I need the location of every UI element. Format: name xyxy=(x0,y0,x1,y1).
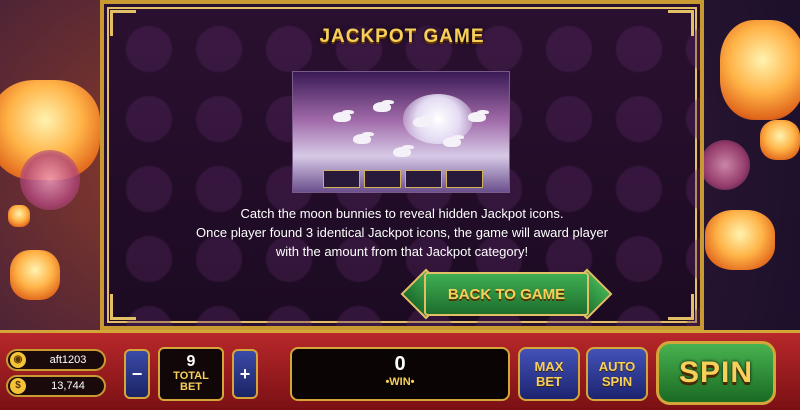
auto-spin-label: AUTO xyxy=(598,359,636,374)
bunny-graphic xyxy=(468,112,486,122)
control-bar: ◉ aft1203 $ 13,744 − 9 TOTAL BET + 0 •WI… xyxy=(0,330,800,410)
blossom-decoration xyxy=(700,140,750,190)
win-value: 0 xyxy=(394,353,406,375)
win-label: •WIN• xyxy=(385,376,415,388)
minus-icon: − xyxy=(131,363,143,384)
username-display: ◉ aft1203 xyxy=(6,349,106,371)
user-icon: ◉ xyxy=(10,352,26,368)
lantern-decoration xyxy=(8,205,30,227)
increase-bet-button[interactable]: + xyxy=(232,349,258,399)
description-line: with the amount from that Jackpot catego… xyxy=(275,244,529,259)
max-bet-button[interactable]: MAX BET xyxy=(518,347,580,401)
description-line: Catch the moon bunnies to reveal hidden … xyxy=(240,206,564,221)
bunny-graphic xyxy=(353,134,371,144)
bunny-graphic xyxy=(373,102,391,112)
coin-icon: $ xyxy=(10,378,26,394)
jackpot-tile xyxy=(446,170,483,188)
username-value: aft1203 xyxy=(49,354,87,366)
blossom-decoration xyxy=(20,150,80,210)
jackpot-description: Catch the moon bunnies to reveal hidden … xyxy=(104,204,700,261)
plus-icon: + xyxy=(239,363,251,384)
win-display: 0 •WIN• xyxy=(290,347,510,401)
description-line: Once player found 3 identical Jackpot ic… xyxy=(196,225,608,240)
bunny-graphic xyxy=(413,117,431,127)
lantern-decoration xyxy=(705,210,775,270)
frame-corner xyxy=(668,294,694,320)
total-bet-label: BET xyxy=(180,381,202,393)
bunny-graphic xyxy=(333,112,351,122)
balance-display: $ 13,744 xyxy=(6,375,106,397)
lantern-decoration xyxy=(760,120,800,160)
jackpot-tile xyxy=(364,170,401,188)
max-bet-label: MAX xyxy=(534,359,564,374)
jackpot-tile xyxy=(323,170,360,188)
lantern-decoration xyxy=(10,250,60,300)
jackpot-tiles xyxy=(323,170,483,188)
frame-corner xyxy=(110,294,136,320)
bunny-graphic xyxy=(393,147,411,157)
lantern-decoration xyxy=(720,20,800,120)
max-bet-label: BET xyxy=(535,374,562,389)
total-bet-value: 9 xyxy=(186,353,196,370)
spin-button[interactable]: SPIN xyxy=(656,341,776,405)
jackpot-info-panel: JACKPOT GAME Catch the moon bunnies to r… xyxy=(100,0,704,330)
bunny-graphic xyxy=(443,137,461,147)
jackpot-tile xyxy=(405,170,442,188)
total-bet-display: 9 TOTAL BET xyxy=(158,347,224,401)
auto-spin-label: SPIN xyxy=(601,374,633,389)
back-to-game-label: BACK TO GAME xyxy=(424,272,589,316)
decrease-bet-button[interactable]: − xyxy=(124,349,150,399)
jackpot-preview-image xyxy=(292,71,510,193)
balance-value: 13,744 xyxy=(51,380,85,392)
back-to-game-button[interactable]: BACK TO GAME xyxy=(394,268,619,320)
auto-spin-button[interactable]: AUTO SPIN xyxy=(586,347,648,401)
panel-title: JACKPOT GAME xyxy=(319,26,485,47)
